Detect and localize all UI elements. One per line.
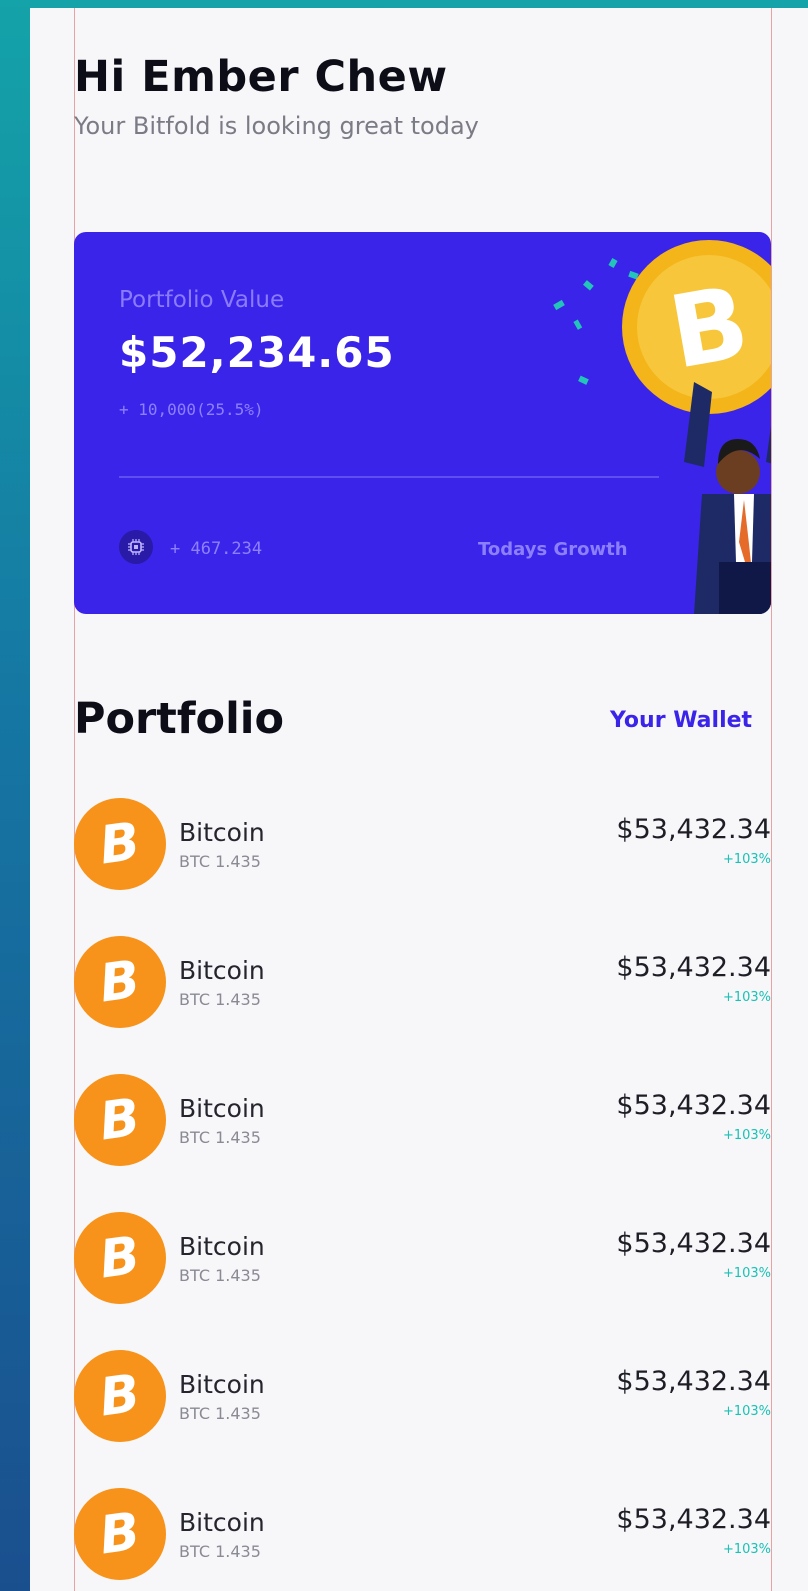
app-screen: Hi Ember Chew Your Bitfold is looking gr…: [30, 8, 808, 1591]
layout-guide-right: [771, 8, 772, 1591]
coin-name: Bitcoin: [179, 956, 265, 985]
list-item[interactable]: B Bitcoin BTC 1.435 $53,432.34 +103%: [74, 1208, 771, 1346]
todays-change-value: + 467.234: [170, 539, 263, 559]
coin-name: Bitcoin: [179, 1232, 265, 1261]
coin-name: Bitcoin: [179, 1508, 265, 1537]
coin-price: $53,432.34: [616, 1366, 771, 1397]
coin-holding: BTC 1.435: [179, 852, 261, 871]
coin-holding: BTC 1.435: [179, 990, 261, 1009]
coin-name: Bitcoin: [179, 1094, 265, 1123]
bitcoin-icon: B: [74, 1350, 166, 1442]
portfolio-heading: Portfolio: [74, 694, 285, 744]
bitcoin-icon: B: [74, 798, 166, 890]
coin-price: $53,432.34: [616, 814, 771, 845]
greeting-title: Hi Ember Chew: [74, 52, 448, 102]
greeting: Hi Ember Chew Your Bitfold is looking gr…: [74, 52, 479, 140]
coin-price: $53,432.34: [616, 1228, 771, 1259]
coin-holding: BTC 1.435: [179, 1404, 261, 1423]
man-holding-bitcoin-illustration: B: [553, 240, 771, 614]
list-item[interactable]: B Bitcoin BTC 1.435 $53,432.34 +103%: [74, 1346, 771, 1484]
coin-change: +103%: [722, 1128, 771, 1143]
list-item[interactable]: B Bitcoin BTC 1.435 $53,432.34 +103%: [74, 1070, 771, 1208]
bitcoin-icon: B: [74, 1074, 166, 1166]
coin-holding: BTC 1.435: [179, 1128, 261, 1147]
portfolio-value-change: + 10,000(25.5%): [119, 400, 264, 419]
coin-name: Bitcoin: [179, 1370, 265, 1399]
portfolio-value-card[interactable]: Portfolio Value $52,234.65 + 10,000(25.5…: [74, 232, 771, 614]
coin-change: +103%: [722, 1542, 771, 1557]
coin-name: Bitcoin: [179, 818, 265, 847]
coin-change: +103%: [722, 1404, 771, 1419]
chip-icon: [119, 530, 153, 564]
portfolio-list: B Bitcoin BTC 1.435 $53,432.34 +103% B B…: [74, 794, 771, 1591]
coin-change: +103%: [722, 1266, 771, 1281]
bitcoin-icon: B: [74, 1212, 166, 1304]
portfolio-value-amount: $52,234.65: [119, 328, 395, 377]
coin-holding: BTC 1.435: [179, 1266, 261, 1285]
coin-price: $53,432.34: [616, 1090, 771, 1121]
coin-price: $53,432.34: [616, 1504, 771, 1535]
list-item[interactable]: B Bitcoin BTC 1.435 $53,432.34 +103%: [74, 932, 771, 1070]
coin-holding: BTC 1.435: [179, 1542, 261, 1561]
bitcoin-icon: B: [74, 936, 166, 1028]
greeting-subtitle: Your Bitfold is looking great today: [74, 112, 479, 140]
coin-change: +103%: [722, 990, 771, 1005]
your-wallet-link[interactable]: Your Wallet: [610, 708, 752, 733]
coin-change: +103%: [722, 852, 771, 867]
list-item[interactable]: B Bitcoin BTC 1.435 $53,432.34 +103%: [74, 1484, 771, 1591]
list-item[interactable]: B Bitcoin BTC 1.435 $53,432.34 +103%: [74, 794, 771, 932]
portfolio-value-label: Portfolio Value: [119, 287, 285, 313]
bitcoin-icon: B: [74, 1488, 166, 1580]
coin-price: $53,432.34: [616, 952, 771, 983]
